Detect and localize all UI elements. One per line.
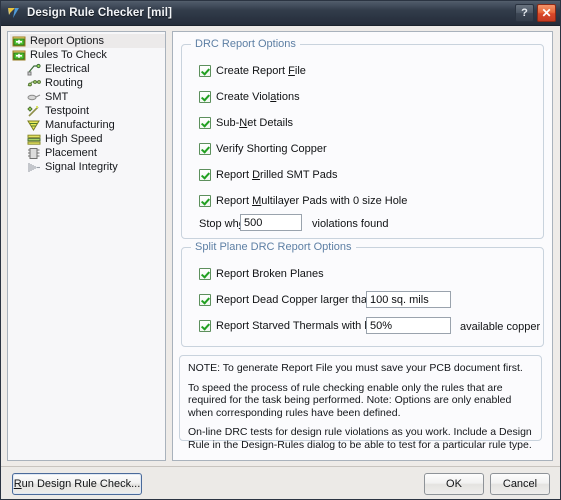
checkbox-create-violations[interactable]: Create Violations <box>199 91 300 103</box>
tree-item-label: Testpoint <box>45 105 90 117</box>
tree-item-label: Report Options <box>30 35 104 47</box>
stop-when-violations-input[interactable] <box>240 214 302 231</box>
checkbox-label: Create Violations <box>216 91 300 103</box>
dialog-body: Report Options Rules To Check Electrical… <box>0 26 561 466</box>
tree-item-high-speed[interactable]: High Speed <box>10 132 165 146</box>
checkbox-box[interactable] <box>199 65 211 77</box>
checkbox-label: Verify Shorting Copper <box>216 143 327 155</box>
tree-item-report-options[interactable]: Report Options <box>10 34 165 48</box>
folder-green-icon <box>12 35 27 48</box>
tree-item-label: Electrical <box>45 63 90 75</box>
cancel-button[interactable]: Cancel <box>490 473 550 495</box>
tree-item-label: Rules To Check <box>30 49 107 61</box>
split-plane-options-legend: Split Plane DRC Report Options <box>191 241 356 253</box>
checkbox-label: Create Report File <box>216 65 306 77</box>
tree-item-label: SMT <box>45 91 69 103</box>
placement-icon <box>27 147 42 160</box>
options-panel: DRC Report Options Create Report File Cr… <box>172 31 553 461</box>
routing-icon <box>27 77 42 90</box>
checkbox-report-broken-planes[interactable]: Report Broken Planes <box>199 268 324 280</box>
tree-item-label: Routing <box>45 77 83 89</box>
manufacturing-icon <box>27 119 42 132</box>
run-design-rule-check-button[interactable]: Run Design Rule Check... <box>12 473 142 495</box>
checkbox-verify-shorting-copper[interactable]: Verify Shorting Copper <box>199 143 327 155</box>
checkbox-box[interactable] <box>199 268 211 280</box>
checkbox-box[interactable] <box>199 117 211 129</box>
available-copper-label: available copper <box>460 321 541 333</box>
checkbox-report-dead-copper[interactable]: Report Dead Copper larger than <box>199 294 373 306</box>
tree-item-placement[interactable]: Placement <box>10 146 165 160</box>
checkbox-label: Sub-Net Details <box>216 117 294 129</box>
checkbox-label: Report Broken Planes <box>216 268 324 280</box>
note-box: NOTE: To generate Report File you must s… <box>179 355 542 451</box>
design-rule-checker-dialog: Design Rule Checker [mil] ? ✕ Report Opt… <box>0 0 561 500</box>
testpoint-icon <box>27 105 42 118</box>
tree-item-manufacturing[interactable]: Manufacturing <box>10 118 165 132</box>
note-paragraph: NOTE: To generate Report File you must s… <box>188 362 523 374</box>
note-paragraph: On-line DRC tests for design rule violat… <box>188 426 532 451</box>
drc-report-options-legend: DRC Report Options <box>191 38 300 50</box>
checkbox-box[interactable] <box>199 294 211 306</box>
dialog-footer: Run Design Rule Check... OK Cancel <box>0 466 561 500</box>
signal-integrity-icon <box>27 161 42 174</box>
split-plane-options-group: Split Plane DRC Report Options Report Br… <box>181 241 544 347</box>
checkbox-create-report-file[interactable]: Create Report File <box>199 65 306 77</box>
checkbox-sub-net-details[interactable]: Sub-Net Details <box>199 117 293 129</box>
window-controls: ? ✕ <box>515 4 556 22</box>
tree-item-label: High Speed <box>45 133 103 145</box>
starved-thermals-threshold-input[interactable] <box>366 317 451 334</box>
run-button-label: Run Design Rule Check... <box>13 478 141 490</box>
close-button[interactable]: ✕ <box>537 4 556 22</box>
drc-report-options-group: DRC Report Options Create Report File Cr… <box>181 38 544 239</box>
electrical-icon <box>27 63 42 76</box>
checkbox-box[interactable] <box>199 195 211 207</box>
tree-item-routing[interactable]: Routing <box>10 76 165 90</box>
tree-item-signal-integrity[interactable]: Signal Integrity <box>10 160 165 174</box>
checkbox-report-multilayer-pads[interactable]: Report Multilayer Pads with 0 size Hole <box>199 195 407 207</box>
checkbox-label: Report Multilayer Pads with 0 size Hole <box>216 195 408 207</box>
checkbox-label: Report Dead Copper larger than <box>216 294 374 306</box>
checkbox-box[interactable] <box>199 169 211 181</box>
violations-found-label: violations found <box>312 218 389 230</box>
checkbox-report-drilled-smt-pads[interactable]: Report Drilled SMT Pads <box>199 169 337 181</box>
note-paragraph: To speed the process of rule checking en… <box>188 381 512 419</box>
title-bar: Design Rule Checker [mil] ? ✕ <box>0 0 561 26</box>
tree-item-testpoint[interactable]: Testpoint <box>10 104 165 118</box>
ok-button[interactable]: OK <box>424 473 484 495</box>
navigation-tree[interactable]: Report Options Rules To Check Electrical… <box>7 31 166 461</box>
folder-green-icon <box>12 49 27 62</box>
dead-copper-threshold-input[interactable] <box>366 291 451 308</box>
tree-item-smt[interactable]: SMT <box>10 90 165 104</box>
checkbox-box[interactable] <box>199 91 211 103</box>
window-title: Design Rule Checker [mil] <box>27 6 173 19</box>
checkbox-label: Report Drilled SMT Pads <box>216 169 338 181</box>
tree-item-label: Signal Integrity <box>45 161 118 173</box>
tree-item-rules-to-check[interactable]: Rules To Check <box>10 48 165 62</box>
altium-logo-icon <box>6 5 22 21</box>
tree-item-label: Placement <box>45 147 97 159</box>
help-button[interactable]: ? <box>515 4 534 22</box>
checkbox-box[interactable] <box>199 143 211 155</box>
tree-item-electrical[interactable]: Electrical <box>10 62 165 76</box>
checkbox-box[interactable] <box>199 320 211 332</box>
tree-item-label: Manufacturing <box>45 119 115 131</box>
smt-icon <box>27 91 42 104</box>
high-speed-icon <box>27 133 42 146</box>
